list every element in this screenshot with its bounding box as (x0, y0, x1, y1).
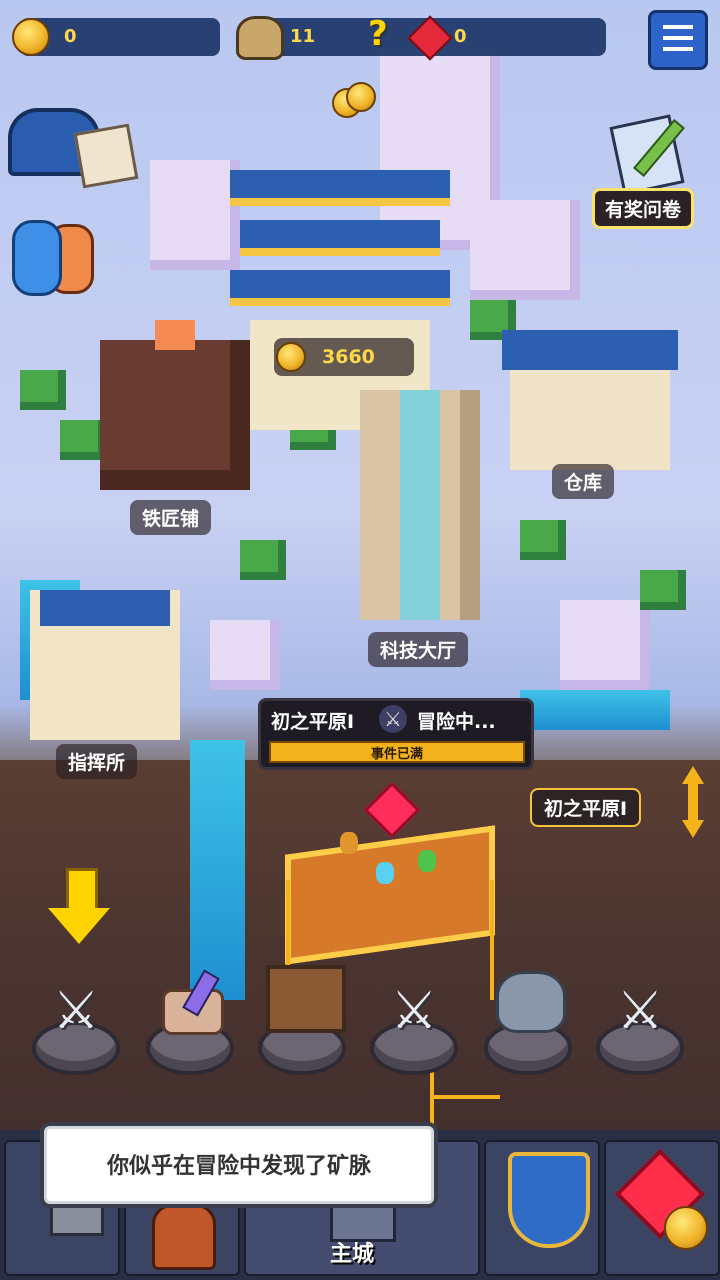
river (520, 690, 670, 730)
blacksmith-label[interactable]: 铁匠铺 (130, 500, 212, 535)
blacksmith-building[interactable] (100, 320, 250, 490)
city-block (560, 600, 650, 690)
survey-label[interactable]: 有奖问卷 (592, 188, 695, 229)
gem-value: 0 (454, 26, 467, 47)
coin-counter[interactable] (20, 18, 220, 56)
menu-icon (663, 25, 693, 29)
tree (20, 370, 66, 410)
palace-roof (230, 270, 450, 306)
coin-icon (12, 18, 50, 56)
adventure-slot-1[interactable]: ⚔ (30, 981, 122, 1077)
shield-icon (508, 1152, 590, 1248)
command-post-label[interactable]: 指挥所 (56, 744, 138, 779)
token-value: 11 (290, 26, 316, 47)
palace-building[interactable] (230, 110, 450, 430)
adventure-status: 冒险中... (417, 711, 496, 733)
token-icon (236, 16, 284, 60)
waterfall (190, 740, 245, 1000)
warehouse-building[interactable] (502, 330, 678, 470)
palace-coin-counter[interactable]: 3660 (274, 338, 414, 376)
event-progress-bar: 事件已满 (269, 741, 525, 763)
tree (520, 520, 566, 560)
mailbox-icon[interactable] (8, 98, 139, 189)
amber-gem-icon (340, 832, 358, 854)
area-selector[interactable]: 初之平原I (530, 788, 642, 827)
tree (640, 570, 686, 610)
swords-icon: ⚔ (616, 981, 664, 1041)
coin-icon (664, 1206, 708, 1250)
coin-value: 0 (64, 26, 77, 47)
city-block (470, 200, 580, 300)
help-icon[interactable]: ? (368, 14, 398, 54)
event-bar-label: 事件已满 (370, 747, 423, 762)
swords-icon: ⚔ (52, 981, 100, 1041)
survey-icon[interactable] (606, 110, 686, 196)
arrow-down-icon (48, 868, 110, 950)
warehouse-label[interactable]: 仓库 (552, 464, 615, 499)
game-map[interactable]: 3660 铁匠铺 仓库 科技大厅 指挥所 有奖问卷 初之平原I ⚔ 冒险中...… (0, 0, 720, 1280)
adventure-status-panel[interactable]: 初之平原I ⚔ 冒险中... 事件已满 (258, 698, 534, 770)
palace-roof (240, 220, 440, 256)
adventure-zone: 初之平原I (271, 711, 355, 733)
coin-icon (346, 82, 376, 112)
aqua-gem-icon (376, 862, 394, 884)
swords-icon: ⚔ (390, 981, 438, 1041)
chest-icon (266, 965, 346, 1033)
palace-coin-value: 3660 (322, 346, 375, 368)
tab-main-city-label: 主城 (330, 1242, 375, 1267)
notification-toast: 你似乎在冒险中发现了矿脉 (40, 1122, 438, 1208)
toast-message: 你似乎在冒险中发现了矿脉 (106, 1154, 371, 1179)
hero-icon (152, 1204, 216, 1270)
city-block (210, 620, 280, 690)
green-gem-icon (418, 850, 436, 872)
tech-hall-building[interactable] (360, 390, 480, 620)
friends-icon[interactable] (8, 218, 94, 296)
rock-icon (496, 971, 566, 1033)
adventure-slot-2[interactable] (144, 969, 236, 1077)
command-post-building[interactable] (30, 590, 180, 740)
adventure-slot-3[interactable] (256, 965, 348, 1077)
adventure-slot-5[interactable] (482, 971, 574, 1077)
menu-button[interactable] (648, 10, 708, 70)
path-line (490, 880, 494, 1000)
palace-roof (230, 170, 450, 206)
path-line (430, 1095, 500, 1099)
coin-icon (276, 342, 306, 372)
up-down-arrow-icon[interactable] (676, 766, 710, 838)
tree (240, 540, 286, 580)
adventure-slot-6[interactable]: ⚔ (594, 981, 686, 1077)
city-block (150, 160, 240, 270)
tech-hall-label[interactable]: 科技大厅 (368, 632, 469, 667)
swords-icon: ⚔ (379, 705, 407, 733)
adventure-slot-4[interactable]: ⚔ (368, 981, 460, 1077)
